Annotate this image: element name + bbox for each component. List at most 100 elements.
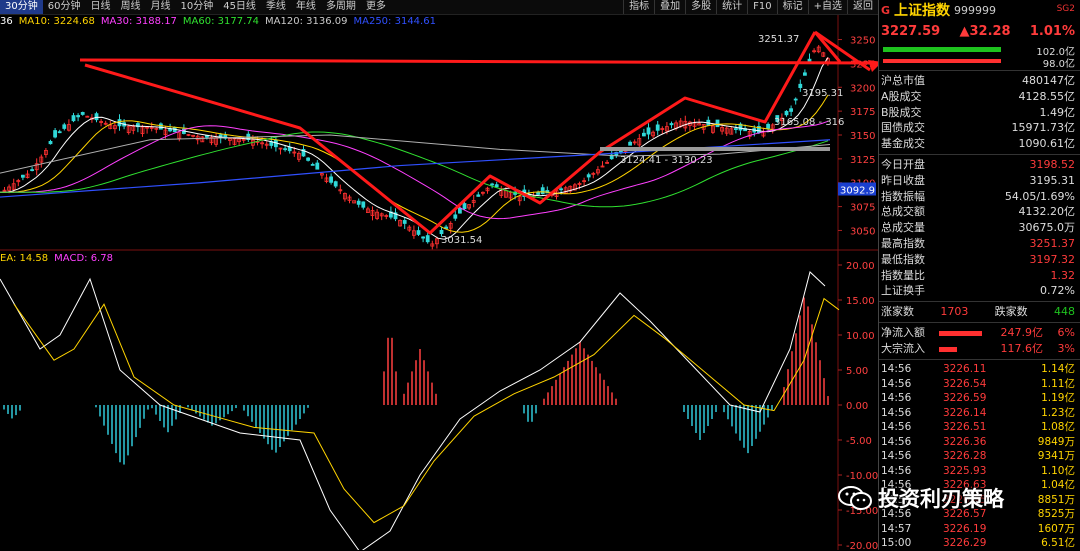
support-band [600,147,830,151]
stat-value: 30675.0万 [1018,221,1076,235]
stat-value: 54.05/1.69% [1004,189,1075,203]
flow-amount: 117.6亿 [1000,342,1044,356]
tick-row: 14:56 3225.93 1.10亿 [879,464,1080,479]
macd-axis-label: -20.00 [846,541,878,550]
candle-body [559,188,563,191]
sell-bar [883,59,1001,63]
stat-value: 1.49亿 [1039,105,1076,119]
tick-volume: 1.14亿 [1041,363,1075,376]
candle-body [494,184,499,188]
price-axis-label: 3175 [850,107,875,118]
tick-price: 3225.93 [943,464,987,477]
macd-axis-label: -5.00 [846,436,872,447]
tick-volume: 1.08亿 [1041,421,1075,434]
tick-volume: 8525万 [1037,508,1075,521]
candle-body [669,123,674,126]
candle-body [310,164,315,166]
tick-price: 3226.54 [943,377,987,390]
legend-entry: MACD: 6.78 [54,253,113,264]
candle-body [315,162,320,170]
stat-row: 国债成交 15971.73亿 [879,120,1080,136]
watermark: 投资利刃策略 [838,483,1004,513]
flow-bar [939,346,957,352]
price-annotation: 3165.08 - 316 [774,117,844,128]
stat-row: 昨日收盘 3195.31 [879,173,1080,189]
tick-price: 3226.28 [943,450,987,463]
candle-body [76,115,80,118]
candle-body [421,236,426,239]
tick-volume: 6.51亿 [1041,537,1075,550]
stat-label: 国债成交 [881,121,925,135]
tick-price: 3226.29 [943,537,987,550]
stat-label: 最低指数 [881,252,925,266]
tick-time: 14:56 [881,435,912,448]
tick-time: 14:56 [881,421,912,434]
stat-row: B股成交 1.49亿 [879,105,1080,121]
candle-body [789,108,793,112]
stat-label: 指数量比 [881,268,925,282]
stat-value: 1.32 [1050,268,1076,282]
macd-axis-label: 15.00 [846,296,875,307]
candle-body [80,112,85,115]
candle-body [642,132,646,137]
stat-label: 最高指数 [881,236,925,250]
stat-label: 昨日收盘 [881,173,925,187]
buy-sell-bars: 102.0亿 98.0亿 [879,42,1080,70]
kline-chart[interactable]: 3250322532003175315031253100307530503092… [0,0,878,550]
candle-body [586,174,591,178]
macd-axis-label: 20.00 [846,261,875,272]
macd-axis-label: -10.00 [846,471,878,482]
candle-body [457,207,462,214]
flow-label: 大宗流入 [881,342,925,356]
candle-body [71,115,76,122]
stat-label: B股成交 [881,105,922,119]
stat-label: 上证换手 [881,284,925,298]
tick-time: 14:56 [881,406,912,419]
candle-body [462,203,467,210]
candle-body [490,183,495,186]
macd-legend: EA: 14.58 MACD: 6.78 [0,252,113,265]
tick-price: 3226.51 [943,421,987,434]
stat-label: 今日开盘 [881,157,925,171]
tick-volume: 8851万 [1037,493,1075,506]
price-annotation: 3124.41 - 3130.23 [620,155,713,166]
price-axis-label: 3250 [850,36,875,47]
tick-row: 14:56 3226.36 9849万 [879,435,1080,450]
candle-body [646,127,651,135]
candle-body [540,187,545,195]
tick-price: 3226.19 [943,522,987,535]
candle-body [784,110,789,116]
tick-volume: 9341万 [1037,450,1075,463]
stat-value: 15971.73亿 [1011,121,1076,135]
tick-row: 14:56 3226.14 1.23亿 [879,406,1080,421]
flow-pct: 6% [1057,326,1075,340]
tick-volume: 1.11亿 [1041,377,1075,390]
stat-row: A股成交 4128.55亿 [879,89,1080,105]
stat-value: 3195.31 [1029,173,1076,187]
candle-body [715,119,720,128]
tick-time: 15:00 [881,537,912,550]
stat-value: 480147亿 [1022,74,1075,87]
stat-row: 总成交量 30675.0万 [879,220,1080,236]
tick-row: 14:56 3226.11 1.14亿 [879,362,1080,377]
resistance-line [79,58,878,65]
candle-body [734,128,738,130]
stat-label: 基金成交 [881,137,925,151]
tick-time: 14:56 [881,450,912,463]
tick-list[interactable]: 14:56 3226.11 1.14亿 14:56 3226.54 1.11亿 14:56 3… [879,362,1080,551]
tick-price: 3226.11 [943,363,987,376]
candle-body [62,124,67,129]
price-axis: 3250322532003175315031253100307530503092… [0,15,878,550]
stat-row: 最高指数 3251.37 [879,236,1080,252]
tick-row: 15:00 3226.29 6.51亿 [879,536,1080,551]
tick-row: 14:56 3226.28 9341万 [879,449,1080,464]
candle-body [361,201,366,208]
stat-label: 指数振幅 [881,189,925,203]
ma-line [0,120,829,220]
tick-volume: 1.04亿 [1041,479,1075,492]
candle-body [766,123,770,129]
macd-axis-label: 10.00 [846,331,875,342]
index-name[interactable]: 上证指数 [894,0,950,20]
turnover-stats: 沪总市值 480147亿 A股成交 4128.55亿 B股成交 1.49亿 国债成交 1597… [879,73,1080,152]
tick-price: 3226.59 [943,392,987,405]
